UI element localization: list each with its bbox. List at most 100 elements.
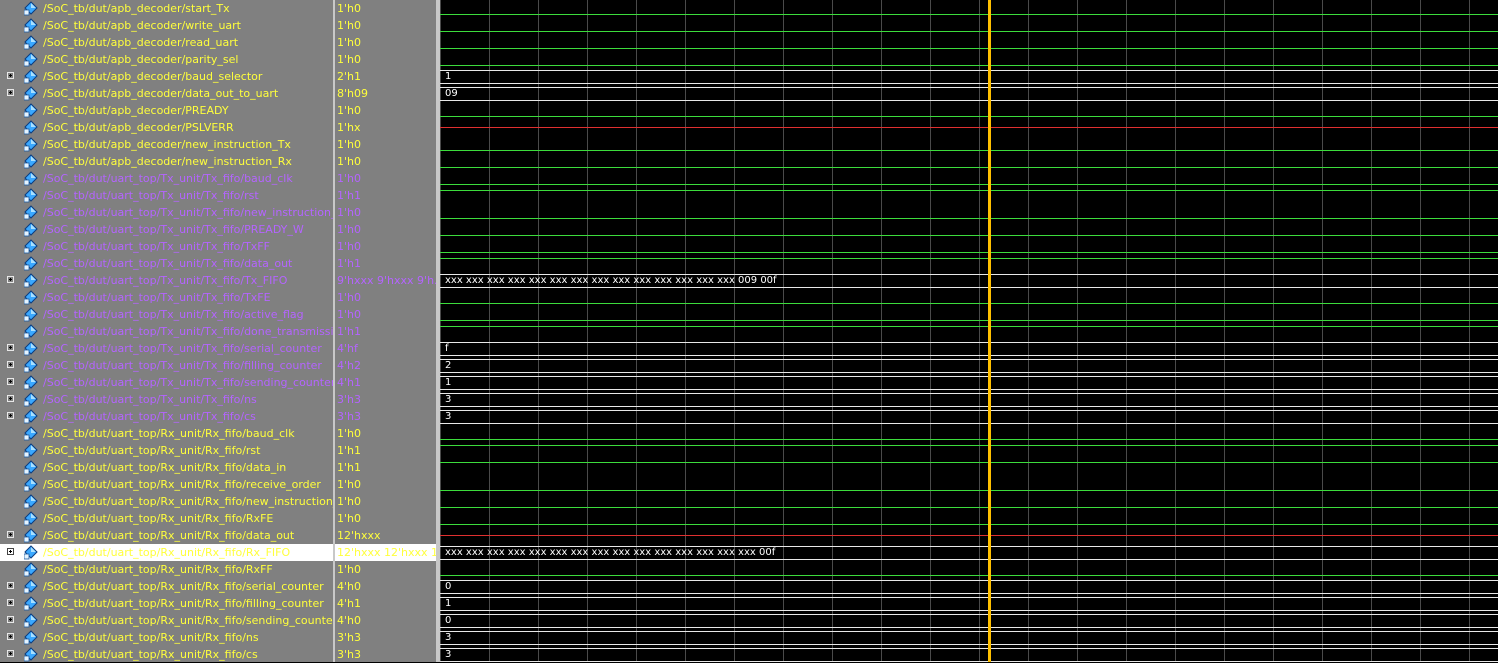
expand-plus-icon[interactable] [7,395,14,402]
signal-row[interactable]: /SoC_tb/dut/uart_top/Rx_unit/Rx_fifo/fil… [0,595,333,612]
expand-plus-icon[interactable] [7,361,14,368]
signal-row[interactable]: /SoC_tb/dut/uart_top/Tx_unit/Tx_fifo/bau… [0,170,333,187]
signal-value-row[interactable]: 9'hxxx 9'hxxx 9'h... [335,272,436,289]
signal-row[interactable]: /SoC_tb/dut/apb_decoder/data_out_to_uart [0,85,333,102]
signal-value-row[interactable]: 1'h0 [335,51,436,68]
signal-name: /SoC_tb/dut/uart_top/Tx_unit/Tx_fifo/bau… [43,172,293,185]
signal-row[interactable]: /SoC_tb/dut/apb_decoder/parity_sel [0,51,333,68]
expand-plus-icon[interactable] [7,276,14,283]
signal-row[interactable]: /SoC_tb/dut/uart_top/Tx_unit/Tx_fifo/rst [0,187,333,204]
expand-plus-icon[interactable] [7,89,14,96]
signal-value-row[interactable]: 1'h0 [335,238,436,255]
signal-value-row[interactable]: 1'hx [335,119,436,136]
signal-value-row[interactable]: 3'h3 [335,629,436,646]
signal-value-row[interactable]: 4'h0 [335,612,436,629]
signal-row[interactable]: /SoC_tb/dut/uart_top/Rx_unit/Rx_fifo/RxF… [0,510,333,527]
signal-value-row[interactable]: 1'h0 [335,425,436,442]
signal-value-row[interactable]: 1'h0 [335,289,436,306]
signal-row[interactable]: /SoC_tb/dut/uart_top/Rx_unit/Rx_fifo/rst [0,442,333,459]
signal-value-row[interactable]: 1'h0 [335,102,436,119]
signal-value-row[interactable]: 1'h1 [335,459,436,476]
signal-row[interactable]: /SoC_tb/dut/uart_top/Tx_unit/Tx_fifo/don… [0,323,333,340]
signal-value-row[interactable]: 1'h0 [335,34,436,51]
signal-value-row[interactable]: 1'h0 [335,510,436,527]
signal-value-row[interactable]: 1'h0 [335,136,436,153]
diamond-signal-icon [24,630,38,645]
signal-value-row[interactable]: 1'h1 [335,255,436,272]
expand-plus-icon[interactable] [7,582,14,589]
time-cursor[interactable] [988,0,991,662]
expand-plus-icon[interactable] [7,633,14,640]
signal-value-row[interactable]: 1'h0 [335,0,436,17]
signal-row[interactable]: /SoC_tb/dut/uart_top/Rx_unit/Rx_fifo/cs [0,646,333,663]
signal-value-row[interactable]: 1'h0 [335,493,436,510]
signal-value-row[interactable]: 1'h1 [335,442,436,459]
signal-value-row[interactable]: 3'h3 [335,646,436,663]
signal-row[interactable]: /SoC_tb/dut/uart_top/Tx_unit/Tx_fifo/act… [0,306,333,323]
signal-value-row[interactable]: 1'h0 [335,221,436,238]
signal-value-row[interactable]: 1'h1 [335,187,436,204]
signal-row[interactable]: /SoC_tb/dut/uart_top/Rx_unit/Rx_fifo/dat… [0,527,333,544]
signal-row[interactable]: /SoC_tb/dut/uart_top/Tx_unit/Tx_fifo/ser… [0,340,333,357]
signal-value-row[interactable]: 1'h1 [335,323,436,340]
signal-row[interactable]: /SoC_tb/dut/uart_top/Rx_unit/Rx_fifo/bau… [0,425,333,442]
signal-row[interactable]: /SoC_tb/dut/uart_top/Rx_unit/Rx_fifo/rec… [0,476,333,493]
signal-value-row[interactable]: 1'h0 [335,204,436,221]
signal-value-row[interactable]: 1'h0 [335,561,436,578]
expand-plus-icon[interactable] [7,72,14,79]
expand-plus-icon[interactable] [7,548,14,555]
waveform-pane[interactable]: 1 09 xxx xxx xxx xxx xxx xxx xxx xxx xxx x… [440,0,1498,662]
signal-row[interactable]: /SoC_tb/dut/uart_top/Rx_unit/Rx_fifo/sen… [0,612,333,629]
signal-row[interactable]: /SoC_tb/dut/uart_top/Tx_unit/Tx_fifo/cs [0,408,333,425]
signal-value-row[interactable]: 1'h0 [335,170,436,187]
signal-row[interactable]: /SoC_tb/dut/uart_top/Rx_unit/Rx_fifo/RxF… [0,561,333,578]
signal-value-row[interactable]: 3'h3 [335,408,436,425]
signal-value-row[interactable]: 4'h2 [335,357,436,374]
signal-row[interactable]: /SoC_tb/dut/apb_decoder/PSLVERR [0,119,333,136]
signal-names-pane[interactable]: /SoC_tb/dut/apb_decoder/start_Tx/SoC_tb/… [0,0,333,662]
expand-plus-icon[interactable] [7,412,14,419]
signal-value: 1'h0 [337,427,361,440]
signal-value-row[interactable]: 1'h0 [335,306,436,323]
signal-values-pane[interactable]: 1'h0 1'h0 1'h0 1'h0 2'h1 8'h09 1'h0 1'hx 1'h0 1'h… [335,0,436,662]
signal-row[interactable]: /SoC_tb/dut/apb_decoder/baud_selector [0,68,333,85]
signal-value-row[interactable]: 1'h0 [335,153,436,170]
signal-value-row[interactable]: 1'h0 [335,476,436,493]
signal-row[interactable]: /SoC_tb/dut/apb_decoder/new_instruction_… [0,136,333,153]
signal-row[interactable]: /SoC_tb/dut/apb_decoder/PREADY [0,102,333,119]
signal-value-row[interactable]: 1'h0 [335,17,436,34]
signal-row[interactable]: /SoC_tb/dut/uart_top/Tx_unit/Tx_fifo/PRE… [0,221,333,238]
signal-row[interactable]: /SoC_tb/dut/uart_top/Tx_unit/Tx_fifo/sen… [0,374,333,391]
expand-plus-icon[interactable] [7,378,14,385]
expand-plus-icon[interactable] [7,616,14,623]
signal-row[interactable]: /SoC_tb/dut/apb_decoder/write_uart [0,17,333,34]
signal-value-row[interactable]: 12'hxxx [335,527,436,544]
signal-row[interactable]: /SoC_tb/dut/uart_top/Rx_unit/Rx_fifo/ns [0,629,333,646]
signal-row[interactable]: /SoC_tb/dut/uart_top/Tx_unit/Tx_fifo/new… [0,204,333,221]
signal-row[interactable]: /SoC_tb/dut/uart_top/Rx_unit/Rx_fifo/dat… [0,459,333,476]
signal-row[interactable]: /SoC_tb/dut/uart_top/Tx_unit/Tx_fifo/Tx_… [0,272,333,289]
signal-value-row[interactable]: 4'hf [335,340,436,357]
signal-value-row[interactable]: 2'h1 [335,68,436,85]
signal-row[interactable]: /SoC_tb/dut/uart_top/Tx_unit/Tx_fifo/TxF… [0,289,333,306]
signal-row[interactable]: /SoC_tb/dut/uart_top/Rx_unit/Rx_fifo/ser… [0,578,333,595]
signal-value-row[interactable]: 4'h0 [335,578,436,595]
signal-value-row[interactable]: 12'hxxx 12'hxxx 1... [335,544,436,561]
expand-plus-icon[interactable] [7,531,14,538]
signal-row[interactable]: /SoC_tb/dut/uart_top/Tx_unit/Tx_fifo/fil… [0,357,333,374]
signal-value-row[interactable]: 4'h1 [335,595,436,612]
signal-row[interactable]: /SoC_tb/dut/apb_decoder/new_instruction_… [0,153,333,170]
expand-plus-icon[interactable] [7,650,14,657]
signal-row[interactable]: /SoC_tb/dut/apb_decoder/read_uart [0,34,333,51]
signal-row[interactable]: /SoC_tb/dut/uart_top/Rx_unit/Rx_fifo/Rx_… [0,544,333,561]
expand-plus-icon[interactable] [7,344,14,351]
signal-row[interactable]: /SoC_tb/dut/apb_decoder/start_Tx [0,0,333,17]
signal-row[interactable]: /SoC_tb/dut/uart_top/Tx_unit/Tx_fifo/TxF… [0,238,333,255]
signal-row[interactable]: /SoC_tb/dut/uart_top/Tx_unit/Tx_fifo/dat… [0,255,333,272]
signal-row[interactable]: /SoC_tb/dut/uart_top/Rx_unit/Rx_fifo/new… [0,493,333,510]
signal-value-row[interactable]: 3'h3 [335,391,436,408]
expand-plus-icon[interactable] [7,599,14,606]
signal-value-row[interactable]: 8'h09 [335,85,436,102]
signal-value-row[interactable]: 4'h1 [335,374,436,391]
signal-row[interactable]: /SoC_tb/dut/uart_top/Tx_unit/Tx_fifo/ns [0,391,333,408]
